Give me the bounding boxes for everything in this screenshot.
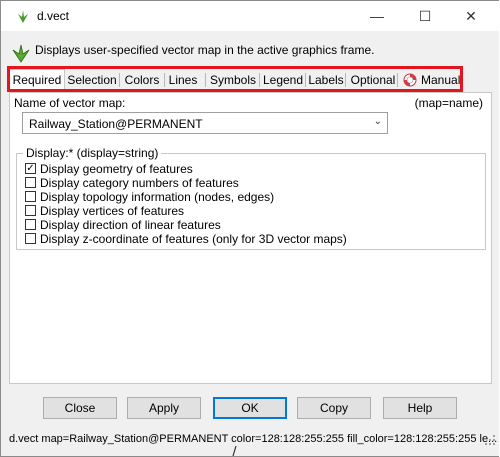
map-param: (map=name) <box>414 96 483 110</box>
window-title: d.vect <box>37 9 70 23</box>
maximize-button[interactable]: ☐ <box>403 1 447 31</box>
description-header: Displays user-specified vector map in th… <box>1 31 499 65</box>
display-group-title: Display:* (display=string) <box>23 146 162 160</box>
checkbox-zcoord[interactable] <box>25 233 36 244</box>
option-label: Display direction of linear features <box>40 218 221 232</box>
checkbox-direction[interactable] <box>25 219 36 230</box>
grass-app-icon <box>18 10 28 23</box>
option-label: Display topology information (nodes, edg… <box>40 190 275 204</box>
option-label: Display category numbers of features <box>40 176 239 190</box>
tabs-highlight-box <box>7 66 463 92</box>
cursor-icon <box>232 446 237 456</box>
checkbox-geometry[interactable]: ✓ <box>25 163 36 174</box>
apply-button[interactable]: Apply <box>127 397 201 419</box>
close-button[interactable]: Close <box>43 397 117 419</box>
checkbox-vertices[interactable] <box>25 205 36 216</box>
command-preview: d.vect map=Railway_Station@PERMANENT col… <box>9 433 498 445</box>
help-button[interactable]: Help <box>383 397 457 419</box>
checkbox-topology[interactable] <box>25 191 36 202</box>
chevron-down-icon[interactable]: ⌄ <box>374 116 382 127</box>
vector-map-select[interactable]: Railway_Station@PERMANENT ⌄ <box>22 112 388 134</box>
close-window-button[interactable]: ✕ <box>449 1 493 31</box>
option-label: Display geometry of features <box>40 162 193 176</box>
ok-button[interactable]: OK <box>213 397 287 419</box>
minimize-button[interactable]: — <box>355 1 399 31</box>
vector-map-value: Railway_Station@PERMANENT <box>29 117 203 131</box>
title-bar: d.vect — ☐ ✕ <box>1 1 499 31</box>
button-bar: Close Apply OK Copy Help <box>1 397 499 421</box>
option-label: Display vertices of features <box>40 204 185 218</box>
checkbox-category[interactable] <box>25 177 36 188</box>
display-group: Display:* (display=string) ✓ Display geo… <box>16 146 486 250</box>
option-label: Display z-coordinate of features (only f… <box>40 232 347 246</box>
copy-button[interactable]: Copy <box>297 397 371 419</box>
map-label: Name of vector map: <box>14 96 126 110</box>
required-panel: Name of vector map: (map=name) Railway_S… <box>9 92 492 384</box>
status-bar: d.vect map=Railway_Station@PERMANENT col… <box>1 429 499 449</box>
dialog-window: d.vect — ☐ ✕ Displays user-specified vec… <box>0 0 499 457</box>
resize-grip-icon[interactable] <box>485 435 495 445</box>
module-description: Displays user-specified vector map in th… <box>35 43 375 57</box>
grass-module-icon <box>12 44 30 63</box>
